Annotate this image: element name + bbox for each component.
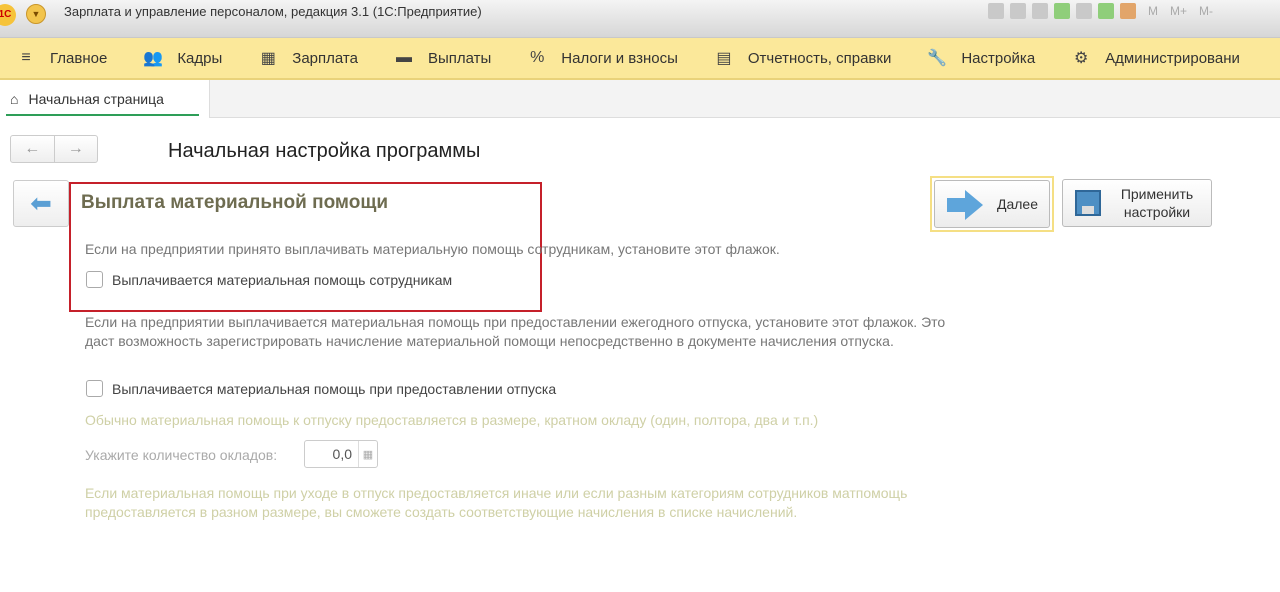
tab-home[interactable]: ⌂ Начальная страница <box>0 80 210 118</box>
gear-icon: ⚙ <box>1074 50 1089 67</box>
home-icon: ⌂ <box>10 91 19 107</box>
save-icon <box>1075 190 1101 216</box>
checkbox-box[interactable] <box>86 380 103 397</box>
vacation-aid-checkbox[interactable]: Выплачивается материальная помощь при пр… <box>86 380 556 397</box>
menu-payments[interactable]: ▬ Выплаты <box>394 49 491 67</box>
material-aid-checkbox[interactable]: Выплачивается материальная помощь сотруд… <box>86 271 452 288</box>
next-button-focus: Далее <box>930 176 1054 232</box>
menu-label: Зарплата <box>292 49 358 67</box>
count-value[interactable]: 0,0 <box>305 441 359 467</box>
menu-taxes[interactable]: % Налоги и взносы <box>527 49 678 67</box>
mail-icon[interactable] <box>1076 3 1092 19</box>
info-text: Если материальная помощь при уходе в отп… <box>85 485 908 520</box>
history-nav: ← → <box>10 135 98 163</box>
back-nav-button[interactable]: ← <box>11 136 54 162</box>
preview-icon[interactable] <box>1032 3 1048 19</box>
tab-bar: ⌂ Начальная страница <box>0 80 1280 118</box>
menu-label: Отчетность, справки <box>747 49 892 67</box>
wrench-icon: 🔧 <box>927 50 948 67</box>
wallet-icon: ▬ <box>395 49 412 66</box>
memory-m-button[interactable]: M <box>1148 4 1158 18</box>
title-bar: 1С ▼ Зарплата и управление персоналом, р… <box>0 0 1280 38</box>
menu-admin[interactable]: ⚙ Администрировани <box>1071 48 1240 68</box>
menu-icon: ≡ <box>21 49 31 66</box>
section-heading: Выплата материальной помощи <box>81 192 389 213</box>
calendar-icon[interactable] <box>1120 3 1136 19</box>
menu-reports[interactable]: ▤ Отчетность, справки <box>714 48 891 68</box>
hint-text: Обычно материальная помощь к отпуску пре… <box>85 412 819 428</box>
menu-label: Выплаты <box>427 49 492 67</box>
checkbox-label: Выплачивается материальная помощь при пр… <box>112 380 557 397</box>
menu-settings[interactable]: 🔧 Настройка <box>927 48 1035 68</box>
menu-label: Главное <box>50 49 108 67</box>
documents-icon: ▤ <box>716 50 732 67</box>
print-icon[interactable] <box>1010 3 1026 19</box>
menu-label: Администрировани <box>1105 49 1240 67</box>
people-icon: 👥 <box>143 50 164 67</box>
percent-icon: % <box>530 49 545 66</box>
intro-text: Если на предприятии принято выплачивать … <box>85 241 780 257</box>
previous-step-button[interactable]: ⬅ <box>13 180 69 227</box>
next-button[interactable]: Далее <box>934 180 1050 228</box>
main-menu-dropdown-icon[interactable]: ▼ <box>26 4 46 24</box>
apply-label: Применить настройки <box>1120 186 1194 220</box>
window-title: Зарплата и управление персоналом, редакц… <box>64 4 482 19</box>
forward-nav-button[interactable]: → <box>53 136 98 162</box>
calculator-icon: ▦ <box>260 50 276 67</box>
checkbox-label: Выплачивается материальная помощь сотруд… <box>112 271 453 288</box>
menu-label: Налоги и взносы <box>561 49 678 67</box>
memory-minus-button[interactable]: M- <box>1199 4 1213 18</box>
section-menu: ≡ Главное 👥 Кадры ▦ Зарплата ▬ Выплаты % Нало… <box>0 38 1280 80</box>
menu-salary[interactable]: ▦ Зарплата <box>258 48 358 68</box>
count-label: Укажите количество окладов: <box>85 447 278 463</box>
menu-label: Настройка <box>961 49 1036 67</box>
toolbar: M M+ M- <box>988 3 1213 19</box>
arrow-left-icon: ⬅ <box>30 188 52 218</box>
calculator-icon[interactable] <box>1098 3 1114 19</box>
apply-settings-button[interactable]: Применить настройки <box>1062 179 1212 227</box>
menu-main[interactable]: ≡ Главное <box>16 49 107 67</box>
save-icon[interactable] <box>988 3 1004 19</box>
arrow-right-icon <box>947 190 983 220</box>
checkbox-box[interactable] <box>86 271 103 288</box>
app-logo: 1С <box>0 4 16 26</box>
salary-count-input[interactable]: 0,0 ▦ <box>304 440 378 468</box>
attach-icon[interactable] <box>1054 3 1070 19</box>
next-label: Далее <box>997 196 1039 212</box>
menu-staff[interactable]: 👥 Кадры <box>143 48 222 68</box>
tab-label: Начальная страница <box>28 91 164 107</box>
calculator-icon[interactable]: ▦ <box>359 448 377 461</box>
page-title: Начальная настройка программы <box>168 140 481 162</box>
vacation-aid-text: Если на предприятии выплачивается матери… <box>85 314 946 349</box>
menu-label: Кадры <box>177 49 223 67</box>
memory-plus-button[interactable]: M+ <box>1170 4 1187 18</box>
